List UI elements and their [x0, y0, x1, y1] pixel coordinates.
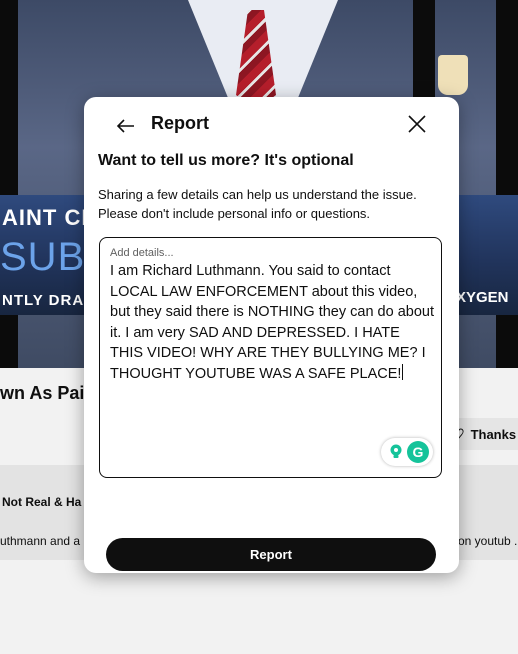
details-textarea[interactable]: Add details... I am Richard Luthmann. Yo… [99, 237, 442, 478]
details-value: I am Richard Luthmann. You said to conta… [110, 263, 439, 382]
lightbulb-icon[interactable] [386, 442, 406, 462]
help-line-2: Please don't include personal info or qu… [98, 206, 371, 221]
arrow-left-icon[interactable] [114, 114, 138, 138]
dialog-heading: Want to tell us more? It's optional [98, 152, 354, 169]
banner-line-4: XYGEN [456, 289, 509, 306]
close-icon[interactable] [405, 112, 429, 136]
dialog-title: Report [151, 113, 209, 133]
report-submit-button[interactable]: Report [106, 538, 436, 571]
thanks-label: Thanks [470, 426, 517, 442]
video-pocket-square-graphic [438, 55, 468, 95]
details-text: I am Richard Luthmann. You said to conta… [110, 261, 436, 384]
grammarly-widget[interactable]: G [381, 438, 433, 466]
description-text-left: uthmann and a [0, 534, 81, 548]
video-title: wn As Pair [0, 383, 92, 403]
description-text-right: on youtub . [458, 534, 518, 548]
report-dialog: Report Want to tell us more? It's option… [84, 97, 459, 573]
grammarly-icon[interactable]: G [407, 441, 429, 463]
description-title: Not Real & Ha [2, 495, 82, 509]
text-cursor [402, 363, 404, 380]
banner-line-3: NTLY DRAF [2, 292, 95, 309]
help-line-1: Sharing a few details can help us unders… [98, 187, 417, 202]
details-placeholder: Add details... [110, 247, 174, 259]
dialog-help-text: Sharing a few details can help us unders… [98, 185, 438, 223]
